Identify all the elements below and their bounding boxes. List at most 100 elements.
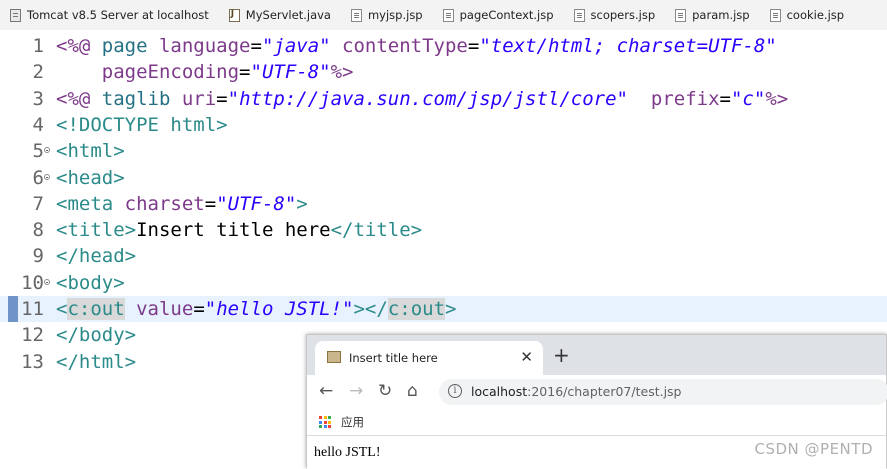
code-token: > bbox=[410, 219, 423, 242]
code-text: </html> bbox=[56, 349, 136, 375]
code-token: c:out bbox=[67, 298, 125, 320]
line-number: 8 bbox=[32, 219, 44, 242]
new-tab-button[interactable]: + bbox=[553, 343, 570, 367]
editor-tab[interactable]: scopers.jsp bbox=[564, 0, 666, 30]
code-token: "java" bbox=[261, 35, 331, 57]
code-token: > bbox=[124, 324, 137, 347]
code-token: head bbox=[78, 245, 125, 268]
back-arrow-icon[interactable]: ← bbox=[319, 381, 333, 401]
code-token: prefix bbox=[650, 87, 720, 110]
code-text: <%@ page language="java" contentType="te… bbox=[56, 33, 777, 59]
code-token: title bbox=[353, 219, 411, 242]
code-text: <html> bbox=[56, 138, 125, 164]
code-line[interactable]: 1 <%@ page language="java" contentType="t… bbox=[0, 33, 887, 59]
line-number: 9 bbox=[32, 245, 44, 268]
code-token: "UTF-8" bbox=[250, 61, 331, 84]
code-token: contentType bbox=[342, 35, 468, 57]
code-line[interactable]: 4 <!DOCTYPE html> bbox=[0, 112, 887, 138]
browser-tab-title: Insert title here bbox=[349, 351, 438, 365]
editor-tab[interactable]: param.jsp bbox=[665, 0, 759, 30]
editor-tab[interactable]: pageContext.jsp bbox=[433, 0, 564, 30]
address-bar[interactable]: i localhost:2016/chapter07/test.jsp bbox=[439, 379, 887, 405]
code-token: ></ bbox=[353, 298, 388, 320]
editor-tab-label: Tomcat v8.5 Server at localhost bbox=[27, 8, 209, 22]
code-text: <title>Insert title here</title> bbox=[56, 217, 422, 243]
code-text: pageEncoding="UTF-8"%> bbox=[56, 59, 354, 85]
line-number: 13 bbox=[21, 350, 44, 373]
editor-tab[interactable]: Tomcat v8.5 Server at localhost bbox=[0, 0, 219, 30]
code-token: head bbox=[67, 166, 114, 189]
apps-bookmark-label[interactable]: 应用 bbox=[341, 414, 364, 430]
code-token: </ bbox=[56, 245, 79, 268]
close-tab-icon[interactable]: ✕ bbox=[520, 348, 533, 366]
reload-icon[interactable]: ↻ bbox=[378, 381, 392, 401]
home-icon[interactable]: ⌂ bbox=[407, 381, 418, 401]
code-token: pageEncoding bbox=[101, 61, 240, 84]
fold-toggle-icon[interactable] bbox=[44, 173, 50, 180]
apps-grid-icon[interactable] bbox=[319, 416, 331, 428]
code-token: < bbox=[56, 219, 68, 242]
code-text: <c:out value="hello JSTL!"></c:out> bbox=[56, 296, 456, 322]
code-text: </body> bbox=[56, 322, 136, 348]
editor-tab[interactable]: cookie.jsp bbox=[760, 0, 854, 30]
code-line[interactable]: 2 pageEncoding="UTF-8"%> bbox=[0, 59, 887, 85]
page-favicon-icon bbox=[327, 351, 341, 363]
code-token: taglib bbox=[101, 87, 182, 110]
editor-tab-label: scopers.jsp bbox=[590, 8, 656, 22]
code-line[interactable]: 7 <meta charset="UTF-8"> bbox=[0, 191, 887, 217]
code-token: page bbox=[101, 35, 159, 57]
code-token: "http://java.sun.com/jsp/jstl/core" bbox=[227, 87, 628, 110]
code-line[interactable]: 5 <html> bbox=[0, 138, 887, 164]
bookmarks-bar: 应用 bbox=[307, 409, 886, 436]
browser-toolbar: ← → ↻ ⌂ i localhost:2016/chapter07/test.… bbox=[307, 375, 887, 409]
code-text: <meta charset="UTF-8"> bbox=[56, 191, 308, 217]
code-token: < bbox=[56, 166, 68, 189]
code-token: > bbox=[124, 350, 137, 373]
code-token: > bbox=[113, 166, 125, 189]
browser-tab[interactable]: Insert title here ✕ bbox=[315, 341, 543, 375]
editor-tab[interactable]: MyServlet.java bbox=[219, 0, 341, 30]
code-token: = bbox=[204, 192, 217, 215]
code-line[interactable]: 10 <body> bbox=[0, 270, 887, 296]
url-host: localhost bbox=[471, 384, 528, 399]
code-token: > bbox=[296, 192, 308, 215]
server-icon bbox=[10, 8, 21, 22]
code-line[interactable]: 6 <head> bbox=[0, 165, 887, 191]
code-token: language bbox=[158, 35, 251, 57]
code-token: > bbox=[124, 219, 137, 242]
line-number: 12 bbox=[21, 324, 44, 347]
code-text: <%@ taglib uri="http://java.sun.com/jsp/… bbox=[56, 86, 788, 112]
code-line[interactable]: 3 <%@ taglib uri="http://java.sun.com/jsp… bbox=[0, 86, 887, 112]
code-token: body bbox=[78, 324, 125, 347]
jsp-file-icon bbox=[442, 8, 454, 22]
forward-arrow-icon[interactable]: → bbox=[349, 381, 363, 401]
code-token: > bbox=[216, 113, 228, 136]
code-token: "c" bbox=[730, 87, 766, 110]
code-token: Insert title here bbox=[136, 219, 331, 242]
line-number: 6 bbox=[32, 166, 44, 189]
code-token: html bbox=[170, 113, 217, 136]
site-info-icon[interactable]: i bbox=[448, 384, 462, 398]
page-output-text: hello JSTL! bbox=[314, 445, 381, 460]
code-line[interactable]: 9 </head> bbox=[0, 243, 887, 269]
fold-toggle-icon[interactable] bbox=[44, 278, 50, 285]
code-line[interactable]: 11 <c:out value="hello JSTL!"></c:out> bbox=[0, 296, 887, 322]
line-number: 3 bbox=[32, 87, 44, 110]
browser-tab-strip: Insert title here ✕ + bbox=[307, 335, 886, 375]
editor-tab-strip: Tomcat v8.5 Server at localhost MyServlet… bbox=[0, 0, 887, 31]
code-token: = bbox=[216, 87, 228, 110]
code-token: = bbox=[239, 61, 251, 84]
line-number: 5 bbox=[32, 140, 44, 163]
editor-tab-label: param.jsp bbox=[692, 8, 750, 22]
editor-tab[interactable]: myjsp.jsp bbox=[341, 0, 433, 30]
code-token: < bbox=[56, 298, 68, 320]
fold-toggle-icon[interactable] bbox=[44, 147, 50, 154]
code-line[interactable]: 8 <title>Insert title here</title> bbox=[0, 217, 887, 243]
code-token: <%@ bbox=[56, 35, 102, 57]
code-token: title bbox=[67, 219, 125, 242]
code-token: = bbox=[467, 35, 480, 57]
editor-tab-label: cookie.jsp bbox=[786, 8, 845, 22]
